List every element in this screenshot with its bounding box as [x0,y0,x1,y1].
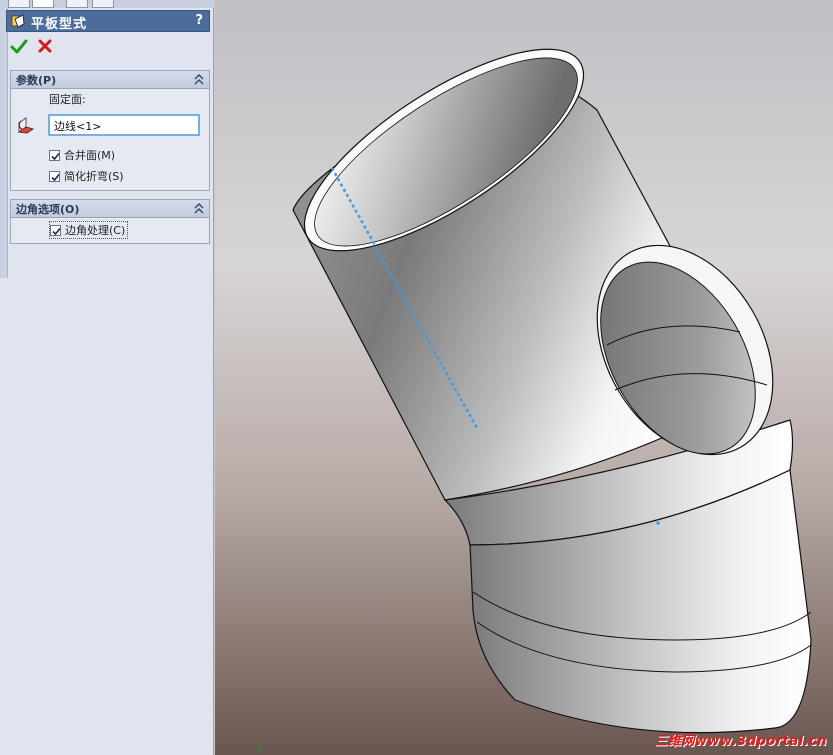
coordinate-triad-icon [258,740,264,753]
parameters-group-header[interactable]: 参数(P) [11,71,209,89]
tab-property-manager[interactable] [32,0,54,8]
cancel-button[interactable] [37,38,53,54]
group-title: 边角选项(O) [16,203,80,216]
merge-faces-checkbox[interactable] [49,149,60,161]
corner-treatment-option[interactable]: 边角处理(C) [49,221,129,239]
fixed-face-label: 固定面: [49,93,86,106]
property-manager-header: 平板型式 ? [6,10,210,32]
corner-treatment-label: 边角处理(C) [65,224,126,237]
simplify-bends-checkbox[interactable] [49,170,60,182]
face-select-icon [17,117,35,134]
simplify-bends-option[interactable]: 简化折弯(S) [49,168,124,184]
checkmark-icon [51,152,60,160]
corner-options-group-header[interactable]: 边角选项(O) [11,200,209,218]
simplify-bends-label: 简化折弯(S) [64,170,124,183]
manager-tabs [0,0,214,8]
sheet-metal-pipe-model[interactable] [215,0,833,755]
merge-faces-label: 合并面(M) [64,149,116,162]
tab-configuration-manager[interactable] [66,0,88,8]
tab-dimxpert-manager[interactable] [92,0,114,8]
graphics-viewport[interactable]: 三维网www.3dportal.cn [215,0,833,755]
checkmark-icon [52,227,61,235]
page-title: 平板型式 [31,17,88,32]
property-manager-panel: 平板型式 ? 参数(P) 固定面: 边线<1> 合并面(M) 简化折弯(S) 边… [0,0,214,755]
panel-left-strip [0,8,8,278]
fixed-face-field[interactable]: 边线<1> [48,114,200,136]
merge-faces-option[interactable]: 合并面(M) [49,147,115,163]
ok-button[interactable] [10,38,28,56]
double-chevron-up-icon[interactable] [194,74,204,85]
help-button[interactable]: ? [195,13,203,28]
double-chevron-up-icon[interactable] [194,203,204,214]
corner-options-group: 边角选项(O) 边角处理(C) [10,199,210,244]
tab-feature-manager[interactable] [8,0,30,8]
parameters-group: 参数(P) 固定面: 边线<1> 合并面(M) 简化折弯(S) [10,70,210,191]
group-title: 参数(P) [16,74,57,87]
watermark-text: 三维网www.3dportal.cn [654,734,827,749]
flat-pattern-icon [11,14,25,28]
checkmark-icon [51,173,60,181]
corner-treatment-checkbox[interactable] [50,224,61,236]
